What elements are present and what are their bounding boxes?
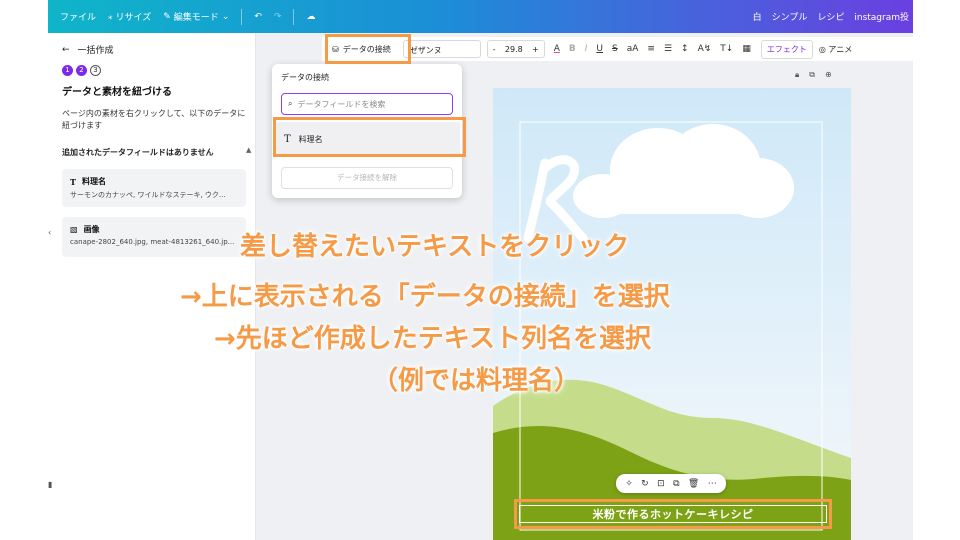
doc-title-part: instagram投 (854, 13, 909, 23)
undo-icon: ↶ (254, 11, 262, 22)
step-3: 3 (90, 65, 101, 76)
doc-title-part: 白 (752, 13, 762, 23)
underline-icon[interactable]: U (596, 44, 603, 54)
cloud-icon: ☁ (306, 11, 316, 22)
lock-icon[interactable]: ⊡ (657, 479, 665, 489)
instruction-line-2: →上に表示される「データの接続」を選択 (180, 282, 670, 312)
italic-icon[interactable]: I (585, 44, 588, 54)
more-icon[interactable]: ⋯ (708, 479, 717, 489)
vertical-text-icon[interactable]: T↓ (720, 44, 733, 54)
strikethrough-icon[interactable]: S (612, 44, 618, 54)
chevron-down-icon: ⌄ (221, 11, 230, 22)
field-sample: サーモンのカナッペ, ワイルドなステーキ, ウク... (70, 191, 226, 199)
add-page-icon[interactable]: ⊕ (825, 70, 832, 80)
field-name: 料理名 (81, 177, 106, 186)
cloud-save-button[interactable]: ☁ (306, 12, 315, 22)
font-selector[interactable]: ゼザンヌ (402, 40, 481, 58)
text-color-icon[interactable]: A (554, 44, 560, 54)
scroll-marker: ▮ (48, 480, 53, 489)
size-increase-button[interactable]: + (532, 45, 539, 54)
edit-mode-label: 編集モード (173, 13, 219, 23)
back-button[interactable]: ← 一括作成 (62, 43, 114, 57)
field-card-dish-name[interactable]: T 料理名 サーモンのカナッペ, ワイルドなステーキ, ウク... (62, 169, 246, 207)
size-value[interactable]: 29.8 (505, 45, 523, 54)
design-page[interactable] (493, 88, 851, 540)
list-icon[interactable]: ☰ (664, 44, 672, 54)
file-menu[interactable]: ファイル (60, 10, 96, 23)
font-size-control: - 29.8 + (486, 40, 545, 58)
rotate-icon[interactable]: ↻ (641, 479, 649, 489)
resize-icon: ⁎ (108, 11, 113, 22)
divider (293, 8, 295, 25)
animate-button[interactable]: ◎ アニメ (819, 44, 852, 55)
effects-button[interactable]: エフェクト (760, 39, 813, 59)
resize-label: リサイズ (115, 13, 152, 23)
bold-icon[interactable]: B (569, 44, 576, 54)
magic-edit-icon[interactable]: ✧ (625, 479, 633, 489)
undo-button[interactable]: ↶ (254, 12, 262, 22)
text-effects-icon[interactable]: A↯ (698, 44, 712, 54)
transparency-icon[interactable]: ▦ (742, 44, 751, 54)
panel-description: ページ内の素材を右クリックして、以下のデータに紐づけます (62, 109, 246, 130)
animate-icon: ◎ (818, 44, 826, 54)
spacing-icon[interactable]: ↕ (681, 44, 689, 54)
highlight-data-connect (325, 34, 411, 64)
instruction-line-3: →先ほど作成したテキスト列名を選択 (214, 324, 652, 354)
trash-icon[interactable]: 🗑︎ (688, 479, 699, 489)
highlight-field-option (273, 117, 466, 157)
redo-button[interactable]: ↷ (274, 12, 282, 22)
dropdown-title: データの接続 (281, 73, 329, 82)
lock-icon[interactable]: 🔒︎ (795, 70, 799, 80)
panel-resize-handle[interactable]: ‹ (48, 228, 51, 237)
align-center-icon[interactable]: ≡ (647, 44, 655, 54)
duplicate-icon[interactable]: ⧉ (673, 479, 679, 489)
top-bar: ファイル ⁎ リサイズ ✎ 編集モード ⌄ ↶ ↷ ☁ 白 シンプル レシピ i… (48, 0, 913, 33)
step-2: 2 (76, 65, 87, 76)
divider (241, 8, 243, 25)
edit-mode-button[interactable]: ✎ 編集モード ⌄ (163, 10, 230, 24)
image-type-icon: ▧ (70, 225, 78, 234)
disconnect-button[interactable]: データ接続を解除 (281, 167, 453, 189)
element-quick-actions: ✧ ↻ ⊡ ⧉ 🗑︎ ⋯ (616, 474, 726, 493)
resize-button[interactable]: ⁎ リサイズ (108, 10, 152, 24)
animate-label: アニメ (828, 44, 853, 54)
field-name: 画像 (83, 225, 100, 234)
chevron-up-icon[interactable]: ▲ (246, 146, 251, 154)
case-icon[interactable]: aA (627, 44, 639, 54)
panel-heading: データと素材を紐づける (62, 87, 172, 98)
field-search-input[interactable]: ⌕ データフィールドを検索 (281, 93, 453, 115)
design-artwork (493, 88, 851, 540)
field-sample: canape-2802_640.jpg, meat-4813261_640.jp… (70, 238, 235, 246)
text-type-icon: T (70, 176, 76, 187)
doc-title[interactable]: 白 シンプル レシピ instagram投 (753, 10, 909, 23)
field-card-image[interactable]: ▧ 画像 canape-2802_640.jpg, meat-4813261_6… (62, 217, 246, 257)
step-indicator: 1 2 3 (62, 65, 101, 76)
no-fields-label: 追加されたデータフィールドはありません (62, 148, 214, 157)
size-decrease-button[interactable]: - (493, 45, 496, 54)
search-placeholder: データフィールドを検索 (297, 99, 386, 109)
screen: ファイル ⁎ リサイズ ✎ 編集モード ⌄ ↶ ↷ ☁ 白 シンプル レシピ i… (0, 0, 960, 540)
step-1: 1 (62, 65, 73, 76)
duplicate-page-icon[interactable]: ⧉ (809, 70, 815, 80)
redo-icon: ↷ (273, 11, 282, 22)
arrow-left-icon: ← (62, 44, 70, 55)
search-icon: ⌕ (288, 99, 293, 108)
recipe-title-text[interactable]: 米粉で作るホットケーキレシピ (514, 499, 832, 529)
doc-title-part: シンプル (771, 13, 808, 23)
instruction-line-1: 差し替えたいテキストをクリック (240, 232, 630, 262)
panel-title: 一括作成 (77, 46, 114, 56)
page-actions: 🔒︎ ⧉ ⊕ (795, 70, 832, 80)
file-label: ファイル (60, 13, 97, 23)
doc-title-part: レシピ (817, 13, 845, 23)
instruction-line-4: （例では料理名） (372, 366, 581, 396)
pencil-icon: ✎ (163, 11, 171, 22)
